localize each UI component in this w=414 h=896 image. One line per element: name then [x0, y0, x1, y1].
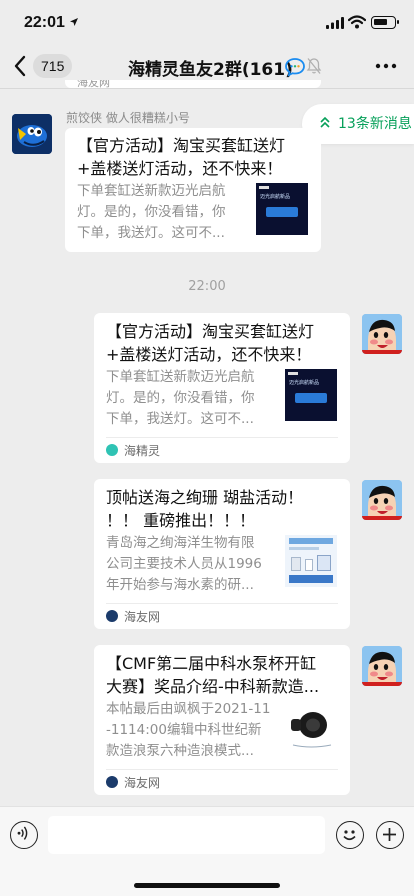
cartoon-avatar-icon: [362, 646, 402, 686]
avatar-self[interactable]: [362, 646, 402, 686]
card-title-line: ！！ 重磅推出！！！: [106, 511, 256, 530]
input-bar: [0, 806, 414, 896]
card-thumbnail: [285, 701, 337, 753]
chat-bubble-icon: [285, 58, 305, 77]
wifi-icon: [348, 15, 366, 29]
previous-message-source: 海友网: [77, 80, 110, 88]
card-title-line: 顶帖送海之绚珊 瑚盐活动！: [106, 488, 304, 507]
previous-message-edge: 海友网: [65, 80, 321, 88]
card-desc-line: 公司主要技术人员从1996: [106, 556, 262, 572]
card-desc-line: 本帖最后由飒枫于2021-11: [106, 701, 271, 717]
card-divider: [106, 769, 338, 770]
status-time: 22:01: [24, 14, 65, 31]
card-desc-line: 下单套缸送新款迈光启航: [77, 183, 226, 199]
card-title: 顶帖送海之绚珊 瑚盐活动！ ！！ 重磅推出！！！: [106, 486, 303, 532]
emoji-button[interactable]: [336, 821, 364, 849]
cartoon-avatar-icon: [362, 314, 402, 354]
more-actions-button[interactable]: [376, 821, 404, 849]
card-title: 【官方活动】淘宝买套缸送灯 +盖楼送灯活动，还不快来！: [106, 320, 314, 366]
wave-pump-image: [291, 712, 332, 748]
card-desc-line: 灯。是的，你没看错，你: [77, 204, 226, 220]
voice-input-button[interactable]: [10, 821, 38, 849]
card-title-line: 【CMF第二届中科水泵杯开缸: [106, 654, 317, 673]
unread-count-badge: 715: [33, 54, 73, 78]
timestamp: 22:00: [188, 279, 226, 294]
voice-icon: [17, 826, 28, 840]
card-desc-line: 年开始参与海水素的研...: [106, 577, 254, 593]
card-description: 青岛海之绚海洋生物有限 公司主要技术人员从1996 年开始参与海水素的研...: [106, 533, 262, 596]
mute-bell-icon: [306, 58, 322, 74]
link-card-taobao-1[interactable]: 【官方活动】淘宝买套缸送灯 +盖楼送灯活动，还不快来！ 下单套缸送新款迈光启航 …: [65, 128, 321, 252]
back-button[interactable]: 715: [12, 52, 76, 80]
card-source: 海精灵: [124, 444, 161, 458]
nav-divider: [0, 88, 414, 89]
card-source: 海友网: [124, 610, 161, 624]
card-desc-line: 下单套缸送新款迈光启航: [106, 369, 255, 385]
link-card-taobao-2[interactable]: 【官方活动】淘宝买套缸送灯 +盖楼送灯活动，还不快来！ 下单套缸送新款迈光启航 …: [94, 313, 350, 463]
card-desc-line: 下单，我送灯。这可不...: [77, 225, 225, 241]
card-title-line: +盖楼送灯活动，还不快来！: [77, 159, 283, 178]
card-divider: [106, 437, 338, 438]
location-icon: [70, 18, 78, 26]
thumbnail-caption: 迈光启航新品: [289, 380, 320, 386]
plus-icon: [383, 828, 396, 841]
avatar-self[interactable]: [362, 314, 402, 354]
card-title: 【CMF第二届中科水泵杯开缸 大赛】奖品介绍-中科新款造...: [106, 652, 319, 698]
card-description: 下单套缸送新款迈光启航 灯。是的，你没看错，你 下单，我送灯。这可不...: [77, 181, 226, 244]
card-title-line: +盖楼送灯活动，还不快来！: [106, 345, 312, 364]
card-title-line: 大赛】奖品介绍-中科新款造...: [106, 677, 320, 696]
card-divider: [106, 603, 338, 604]
avatar-self[interactable]: [362, 480, 402, 520]
card-thumbnail: 迈光启航新品: [256, 183, 308, 235]
source-logo-icon: [106, 776, 118, 788]
cartoon-avatar-icon: [362, 480, 402, 520]
smiley-icon: [343, 830, 356, 841]
link-card-coral-salt[interactable]: 顶帖送海之绚珊 瑚盐活动！ ！！ 重磅推出！！！ 青岛海之绚海洋生物有限 公司主…: [94, 479, 350, 629]
home-indicator: [134, 883, 280, 888]
source-logo-icon: [106, 610, 118, 622]
card-thumbnail: 迈光启航新品: [285, 369, 337, 421]
battery-icon: [371, 16, 399, 29]
avatar-fish[interactable]: [12, 114, 52, 154]
message-input[interactable]: [48, 816, 325, 854]
more-options-icon[interactable]: [374, 56, 398, 76]
double-chevron-up-icon: [320, 116, 330, 128]
card-desc-line: 下单，我送灯。这可不...: [106, 411, 254, 427]
card-desc-line: 灯。是的，你没看错，你: [106, 390, 255, 406]
source-logo-icon: [106, 444, 118, 456]
chevron-left-icon: [14, 55, 26, 77]
status-bar: 22:01: [0, 0, 414, 46]
new-messages-label: 13条新消息: [338, 116, 412, 132]
sender-name: 煎饺侠 做人很糟糕小号: [66, 111, 190, 125]
thumbnail-caption: 迈光启航新品: [260, 194, 291, 200]
card-description: 本帖最后由飒枫于2021-11 -1114:00编辑中科世纪新 款造浪泵六种造浪…: [106, 699, 270, 762]
card-title-line: 【官方活动】淘宝买套缸送灯: [77, 136, 286, 155]
card-description: 下单套缸送新款迈光启航 灯。是的，你没看错，你 下单，我送灯。这可不...: [106, 367, 255, 430]
link-card-pump-contest[interactable]: 【CMF第二届中科水泵杯开缸 大赛】奖品介绍-中科新款造... 本帖最后由飒枫于…: [94, 645, 350, 795]
card-title-line: 【官方活动】淘宝买套缸送灯: [106, 322, 315, 341]
card-desc-line: 款造浪泵六种造浪模式...: [106, 743, 254, 759]
card-source: 海友网: [124, 776, 161, 790]
signal-icon: [326, 17, 344, 29]
chat-title: 海精灵鱼友2群(161): [128, 60, 293, 80]
card-title: 【官方活动】淘宝买套缸送灯 +盖楼送灯活动，还不快来！: [77, 134, 285, 180]
card-thumbnail: [285, 535, 337, 587]
card-desc-line: 青岛海之绚海洋生物有限: [106, 535, 255, 551]
fish-avatar-icon: [12, 114, 52, 154]
card-desc-line: -1114:00编辑中科世纪新: [106, 722, 262, 738]
